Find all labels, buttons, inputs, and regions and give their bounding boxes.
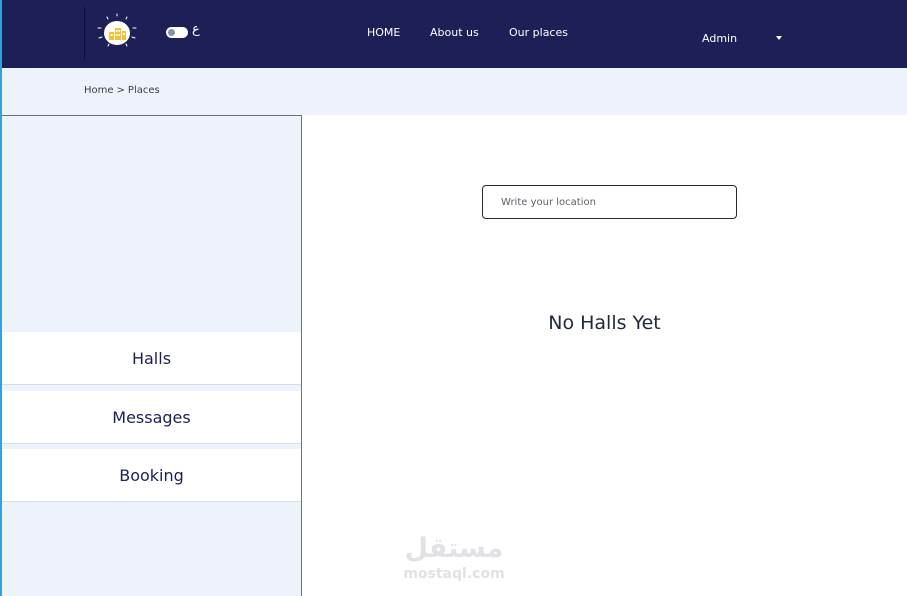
- caret-down-icon[interactable]: [776, 36, 782, 40]
- user-menu-name[interactable]: Admin: [702, 32, 737, 45]
- breadcrumb-separator: >: [116, 85, 125, 96]
- sidebar-item-halls[interactable]: Halls: [2, 332, 301, 385]
- brand-divider: [84, 7, 85, 60]
- sidebar-item-booking[interactable]: Booking: [2, 449, 301, 502]
- watermark-arabic-text: مستقل: [404, 533, 504, 564]
- nav-about-link[interactable]: About us: [430, 26, 479, 39]
- nav-our-places-link[interactable]: Our places: [509, 26, 568, 39]
- top-navbar: ع HOME About us Our places Admin: [0, 0, 907, 68]
- language-toggle-label[interactable]: ع: [192, 22, 200, 37]
- lightbulb-building-logo-icon[interactable]: [94, 12, 140, 52]
- sidebar-item-messages[interactable]: Messages: [2, 391, 301, 444]
- language-toggle[interactable]: [166, 27, 188, 38]
- watermark-latin-text: mostaql.com: [403, 566, 505, 582]
- toggle-knob: [168, 29, 175, 36]
- window-left-edge: [0, 0, 2, 596]
- empty-state-message: No Halls Yet: [548, 312, 661, 334]
- nav-home-link[interactable]: HOME: [367, 26, 400, 39]
- breadcrumb-home[interactable]: Home: [84, 85, 114, 96]
- location-search-input[interactable]: [482, 185, 737, 219]
- watermark-logo: مستقل mostaql.com: [396, 534, 512, 584]
- breadcrumb: Home > Places: [84, 85, 160, 96]
- breadcrumb-places[interactable]: Places: [128, 85, 160, 96]
- sidebar: Halls Messages Booking: [0, 115, 302, 596]
